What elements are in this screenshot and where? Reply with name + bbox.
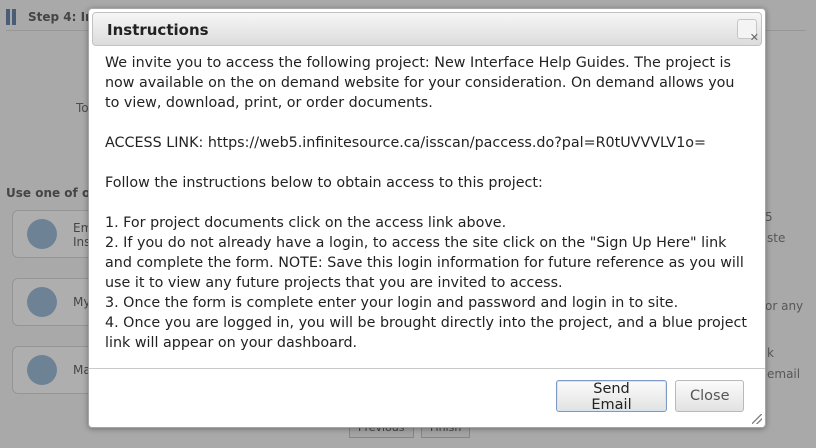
resize-handle[interactable] bbox=[752, 414, 762, 424]
instructions-dialog: Instructions ✕ We invite you to access t… bbox=[88, 8, 766, 428]
instruction-step: 3. Once the form is complete enter your … bbox=[105, 295, 679, 311]
dialog-button-pane: Send Email Close bbox=[89, 368, 765, 429]
instruction-step: 2. If you do not already have a login, t… bbox=[105, 235, 744, 291]
invite-paragraph: We invite you to access the following pr… bbox=[105, 55, 735, 111]
dialog-title: Instructions bbox=[107, 21, 209, 39]
instruction-step: 1. For project documents click on the ac… bbox=[105, 215, 507, 231]
dialog-content: We invite you to access the following pr… bbox=[105, 53, 750, 353]
dialog-close-button[interactable]: ✕ bbox=[737, 19, 759, 44]
close-icon: ✕ bbox=[749, 31, 759, 44]
send-email-button[interactable]: Send Email bbox=[556, 380, 667, 413]
instruction-step: 4. Once you are logged in, you will be b… bbox=[105, 315, 748, 351]
access-link-text: ACCESS LINK: https://web5.infinitesource… bbox=[105, 135, 707, 151]
close-button[interactable]: Close bbox=[675, 380, 744, 412]
dialog-titlebar[interactable]: Instructions ✕ bbox=[92, 12, 762, 46]
follow-instructions-text: Follow the instructions below to obtain … bbox=[105, 175, 543, 191]
